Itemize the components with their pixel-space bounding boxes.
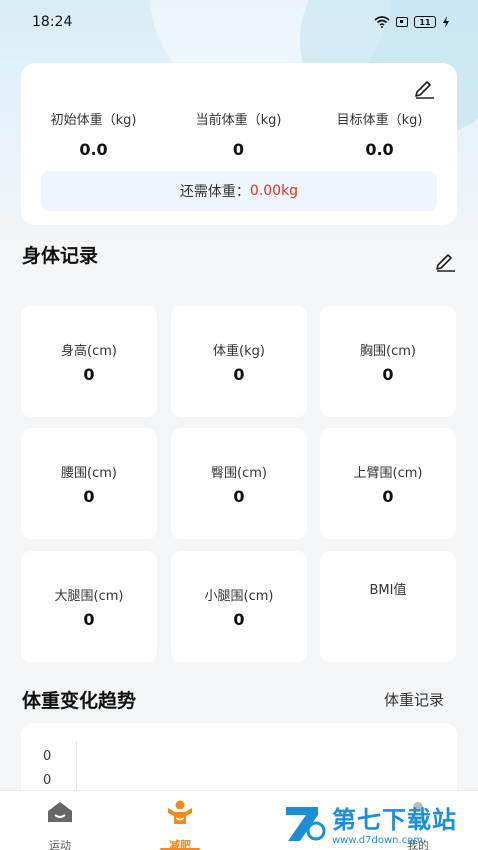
measure-label: 大腿围(cm) (54, 589, 124, 604)
measure-card-waist[interactable]: 腰围(cm) 0 (21, 428, 157, 539)
watermark-title: 第七下载站 (332, 806, 457, 834)
tab-exercise[interactable]: 运动 (20, 799, 100, 850)
notification-icon (396, 17, 408, 27)
status-bar: 18:24 11 (0, 0, 478, 44)
target-weight-value: 0.0 (365, 140, 394, 159)
chart-tick-label: 0 (43, 773, 52, 788)
remaining-weight-bar: 还需体重： 0.00kg (41, 171, 437, 211)
edit-body-record-icon[interactable] (434, 250, 458, 272)
weight-trend-title: 体重变化趋势 (22, 690, 137, 712)
measure-label: 臀围(cm) (211, 466, 267, 481)
measure-value: 0 (233, 610, 245, 629)
current-weight: 当前体重（kg) 0 (166, 109, 311, 159)
measure-label: 身高(cm) (61, 344, 117, 359)
measure-card-upper-arm[interactable]: 上臂围(cm) 0 (320, 428, 456, 539)
chart-tick-label: 0 (43, 749, 52, 764)
charging-icon (443, 16, 449, 28)
measure-label: 腰围(cm) (61, 466, 117, 481)
measure-card-thigh[interactable]: 大腿围(cm) 0 (21, 551, 157, 662)
remaining-weight-label: 还需体重： (179, 184, 250, 200)
current-weight-label: 当前体重（kg) (195, 113, 282, 128)
body-record-title: 身体记录 (22, 245, 99, 267)
status-time: 18:24 (32, 14, 73, 30)
measure-label: 上臂围(cm) (353, 466, 423, 481)
initial-weight-value: 0.0 (79, 140, 108, 159)
measure-label: 体重(kg) (213, 344, 265, 359)
edit-weight-icon[interactable] (413, 77, 437, 99)
measure-value: 0 (233, 487, 245, 506)
initial-weight-label: 初始体重（kg) (50, 113, 137, 128)
target-weight-label: 目标体重（kg) (336, 113, 423, 128)
target-weight: 目标体重（kg) 0.0 (307, 109, 452, 159)
watermark-url: www.d7down.com (332, 835, 424, 846)
weight-summary-card: 初始体重（kg) 0.0 当前体重（kg) 0 目标体重（kg) 0.0 还需体… (21, 63, 457, 225)
fitness-person-icon (168, 800, 192, 824)
measure-value: 0 (233, 365, 245, 384)
measure-label: 胸围(cm) (360, 344, 416, 359)
measure-card-calf[interactable]: 小腿围(cm) 0 (171, 551, 307, 662)
weight-record-link[interactable]: 体重记录 (384, 689, 444, 710)
measure-value: 0 (382, 365, 394, 384)
measure-card-hip[interactable]: 臀围(cm) 0 (171, 428, 307, 539)
remaining-weight-value: 0.00kg (249, 183, 299, 199)
measure-value: 0 (83, 487, 95, 506)
measure-card-bmi[interactable]: BMI值 (320, 551, 456, 662)
wifi-icon (374, 16, 390, 28)
measure-value: 0 (83, 365, 95, 384)
measure-card-weight[interactable]: 体重(kg) 0 (171, 306, 307, 417)
measure-label: BMI值 (369, 583, 407, 598)
measure-card-chest[interactable]: 胸围(cm) 0 (320, 306, 456, 417)
watermark: 第七下载站 www.d7down.com (282, 796, 478, 850)
initial-weight: 初始体重（kg) 0.0 (21, 109, 166, 159)
measure-value: 0 (382, 487, 394, 506)
home-icon (48, 802, 72, 822)
battery-icon: 11 (414, 16, 436, 28)
status-icons: 11 (374, 16, 450, 28)
tab-lose-weight[interactable]: 减肥 (140, 799, 220, 850)
measure-card-height[interactable]: 身高(cm) 0 (21, 306, 157, 417)
measure-label: 小腿围(cm) (204, 589, 274, 604)
watermark-logo-icon (286, 807, 326, 841)
current-weight-value: 0 (232, 140, 245, 159)
measure-value: 0 (83, 610, 95, 629)
tab-label: 运动 (49, 839, 71, 850)
